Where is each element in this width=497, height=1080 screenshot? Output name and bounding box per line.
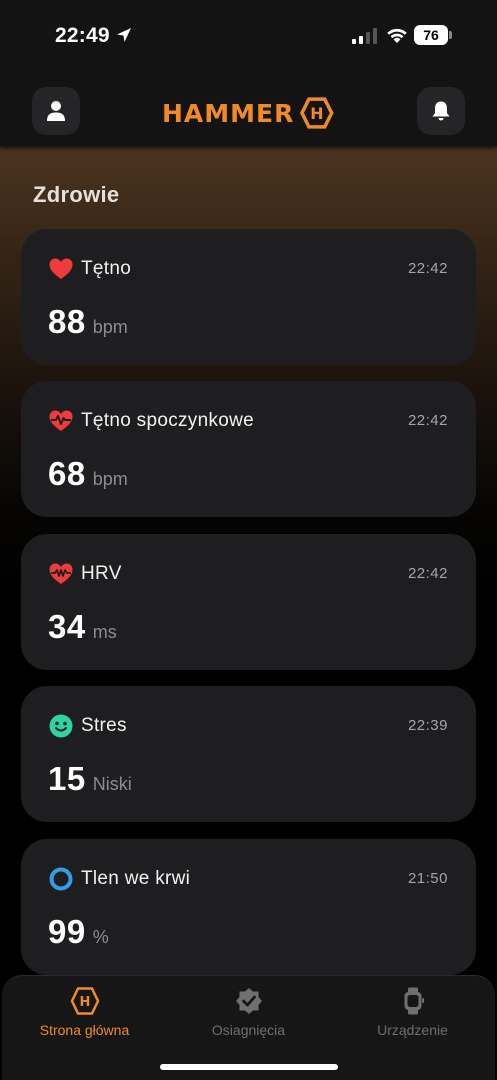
heart-icon xyxy=(49,258,73,279)
metric-time: 22:42 xyxy=(407,565,448,582)
metric-reading: 34 ms xyxy=(48,608,117,646)
user-icon xyxy=(47,101,65,121)
metric-time: 22:42 xyxy=(407,412,448,429)
home-indicator xyxy=(160,1064,338,1070)
metric-value: 15 xyxy=(48,760,86,797)
metric-card-stress[interactable]: Stres 22:39 15 Niski xyxy=(21,686,476,822)
tab-label: Osiagnięcia xyxy=(211,1022,286,1038)
cellular-signal-icon xyxy=(352,28,377,44)
battery-tip xyxy=(449,31,452,39)
location-arrow-icon xyxy=(117,28,131,42)
metric-unit: Niski xyxy=(92,774,132,794)
metric-value: 88 xyxy=(48,303,86,340)
battery-level: 76 xyxy=(414,25,448,45)
metric-title: Tętno spoczynkowe xyxy=(81,410,255,431)
metric-card-resting-heart-rate[interactable]: Tętno spoczynkowe 22:42 68 bpm xyxy=(21,381,476,517)
ring-icon xyxy=(49,867,73,891)
tab-device[interactable]: Urządzenie xyxy=(330,986,495,1046)
metric-reading: 68 bpm xyxy=(48,455,128,493)
watch-icon xyxy=(404,987,424,1015)
heart-wave-icon xyxy=(49,563,73,584)
metric-card-blood-oxygen[interactable]: Tlen we krwi 21:50 99 % xyxy=(21,839,476,975)
metric-reading: 15 Niski xyxy=(48,760,132,798)
status-bar: 22:49 76 xyxy=(0,0,497,72)
battery-indicator: 76 xyxy=(414,25,452,45)
metric-unit: bpm xyxy=(92,317,128,337)
profile-button[interactable] xyxy=(32,87,80,135)
metric-time: 22:42 xyxy=(407,260,448,277)
metric-title: HRV xyxy=(81,563,122,584)
metric-reading: 88 bpm xyxy=(48,303,128,341)
metric-value: 68 xyxy=(48,455,86,492)
metric-value: 34 xyxy=(48,608,86,645)
hammer-logo: HAMMER H xyxy=(162,96,334,130)
notifications-button[interactable] xyxy=(417,87,465,135)
metric-reading: 99 % xyxy=(48,913,109,951)
hammer-logo-icon: H xyxy=(70,987,99,1015)
metric-card-hrv[interactable]: HRV 22:42 34 ms xyxy=(21,534,476,670)
metric-time: 22:39 xyxy=(407,717,448,734)
achievement-check-icon xyxy=(235,988,262,1014)
logo-mark-letter: H xyxy=(311,104,324,123)
tab-label: Strona główna xyxy=(39,1022,130,1038)
metric-title: Tętno xyxy=(81,258,132,279)
section-title: Zdrowie xyxy=(33,182,120,207)
metric-title: Stres xyxy=(81,715,127,736)
metric-time: 21:50 xyxy=(407,870,448,887)
tab-home[interactable]: H Strona główna xyxy=(2,986,167,1046)
logo-text: HAMMER xyxy=(162,98,295,128)
metric-unit: ms xyxy=(92,622,117,642)
metric-unit: bpm xyxy=(92,469,128,489)
metric-value: 99 xyxy=(48,913,86,950)
tab-label: Urządzenie xyxy=(377,1022,448,1038)
bell-icon xyxy=(432,101,450,121)
status-time: 22:49 xyxy=(55,24,110,47)
tab-home-letter: H xyxy=(79,995,90,1010)
hammer-hexagon-icon: H xyxy=(300,97,334,129)
smiley-icon xyxy=(49,714,73,738)
wifi-icon xyxy=(387,28,407,43)
tab-achievements[interactable]: Osiagnięcia xyxy=(166,986,331,1046)
metric-unit: % xyxy=(92,927,109,947)
metric-title: Tlen we krwi xyxy=(81,868,191,889)
metric-card-heart-rate[interactable]: Tętno 22:42 88 bpm xyxy=(21,229,476,365)
heart-pulse-icon xyxy=(49,410,73,431)
